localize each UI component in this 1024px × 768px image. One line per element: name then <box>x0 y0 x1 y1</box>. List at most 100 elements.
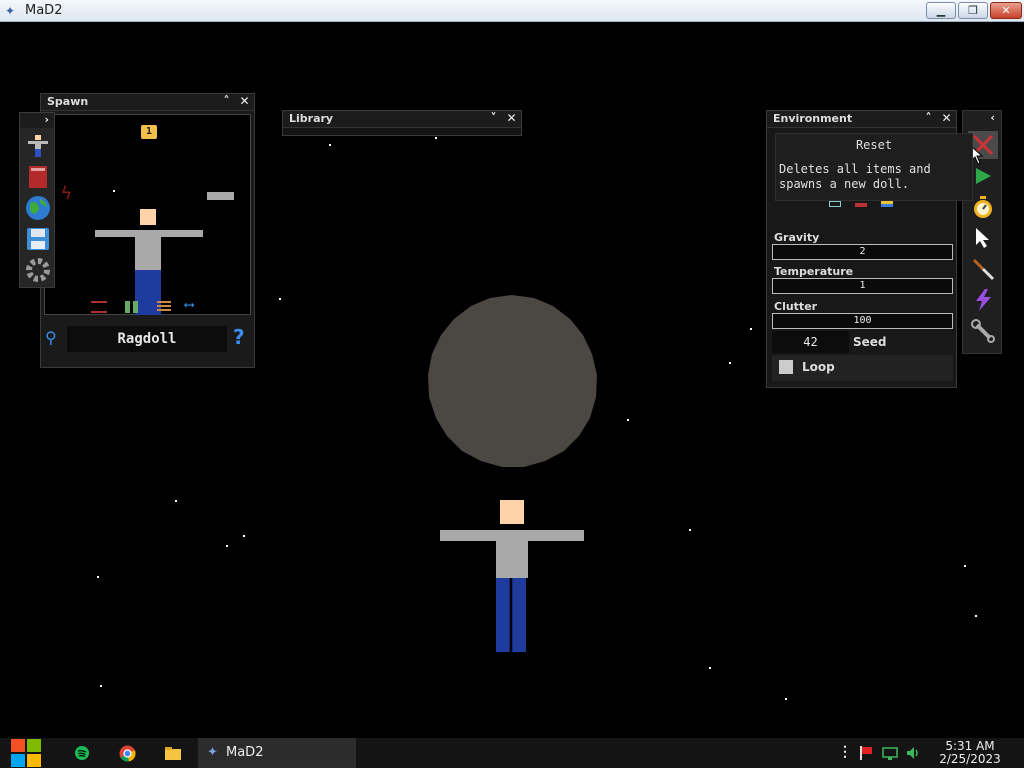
taskbar-app-label: MaD2 <box>226 745 264 760</box>
reset-tooltip: Reset Deletes all items and spawns a new… <box>775 133 973 201</box>
star <box>785 698 787 700</box>
temperature-label: Temperature <box>774 265 854 278</box>
help-icon[interactable]: ? <box>233 325 245 349</box>
star <box>709 667 711 669</box>
star <box>175 500 177 502</box>
taskbar-app-mad2[interactable]: ✦ MaD2 <box>198 738 356 768</box>
spawn-panel-header[interactable]: Spawn ˄ ✕ <box>41 94 254 111</box>
restore-button[interactable]: ❐ <box>958 2 988 19</box>
preset-icon[interactable] <box>881 201 893 207</box>
restore-icon: ❐ <box>968 4 978 17</box>
close-icon[interactable]: ✕ <box>939 111 954 126</box>
loop-label: Loop <box>802 360 835 374</box>
grid-icon[interactable] <box>125 301 139 313</box>
ragdoll-torso <box>496 530 528 578</box>
star <box>627 419 629 421</box>
environment-presets <box>827 201 899 209</box>
ragdoll-left-leg <box>496 578 510 652</box>
ragdoll-right-leg <box>512 578 526 652</box>
gear-icon[interactable] <box>25 257 51 283</box>
close-icon: ✕ <box>1001 4 1011 17</box>
clutter-slider[interactable]: 100 <box>772 313 953 329</box>
swap-icon[interactable]: ⟷ <box>185 298 207 312</box>
network-icon[interactable] <box>882 746 898 765</box>
environment-panel-title: Environment <box>773 112 853 125</box>
sliders-icon[interactable] <box>91 301 107 313</box>
app-icon: ✦ <box>5 3 16 18</box>
wrench-icon[interactable] <box>968 317 998 345</box>
chevron-up-icon[interactable]: ˄ <box>921 111 936 126</box>
minimize-icon: ▁ <box>936 4 946 17</box>
window-titlebar: ✦ MaD2 ▁ ❐ ✕ <box>0 0 1024 22</box>
chevron-up-icon[interactable]: ˄ <box>219 94 234 109</box>
close-icon[interactable]: ✕ <box>237 94 252 109</box>
star <box>100 685 102 687</box>
ragdoll-head <box>500 500 524 524</box>
windows-logo-icon <box>11 739 41 767</box>
loop-checkbox[interactable] <box>779 360 793 374</box>
star <box>729 362 731 364</box>
seed-label: Seed <box>853 335 887 349</box>
volume-icon[interactable] <box>905 745 921 765</box>
gravity-label: Gravity <box>774 231 820 244</box>
flag-icon[interactable] <box>858 745 874 765</box>
spawn-preview[interactable]: 1 ϟ ⟷ <box>44 114 251 315</box>
folder-icon[interactable] <box>163 744 183 762</box>
preview-blood: ϟ <box>61 183 72 204</box>
globe-icon[interactable] <box>25 195 51 221</box>
window-title: MaD2 <box>25 3 63 18</box>
preview-ragdoll-head <box>140 209 156 225</box>
spawn-sidebar: › <box>19 112 55 288</box>
star <box>226 545 228 547</box>
star <box>113 190 115 192</box>
list-icon[interactable] <box>157 301 171 313</box>
clutter-label: Clutter <box>774 300 818 313</box>
close-icon[interactable]: ✕ <box>504 111 519 126</box>
app-icon: ✦ <box>207 745 218 760</box>
ragdoll-icon[interactable] <box>25 133 51 159</box>
tooltip-body: Deletes all items and spawns a new doll. <box>779 162 931 191</box>
search-icon[interactable]: ⚲ <box>45 328 57 347</box>
knife-icon[interactable] <box>968 255 998 283</box>
chevron-left-icon[interactable]: ‹ <box>963 111 1001 128</box>
environment-panel-header[interactable]: Environment ˄ ✕ <box>767 111 956 128</box>
library-panel-header[interactable]: Library ˅ ✕ <box>283 111 521 128</box>
boulder[interactable] <box>424 293 600 469</box>
taskbar: ✦ MaD2 ⋮ 5:31 AM 2/25/2023 <box>0 738 1024 768</box>
preview-item[interactable] <box>207 192 234 200</box>
cursor-icon[interactable] <box>968 224 998 252</box>
star <box>329 144 331 146</box>
star <box>750 328 752 330</box>
book-icon[interactable] <box>25 164 51 190</box>
temperature-slider[interactable]: 1 <box>772 278 953 294</box>
lightning-icon[interactable] <box>968 286 998 314</box>
count-badge: 1 <box>141 125 157 139</box>
chevron-down-icon[interactable]: ˅ <box>486 111 501 126</box>
chrome-icon[interactable] <box>117 744 137 762</box>
seed-input[interactable]: 42 <box>772 331 849 353</box>
preset-icon[interactable] <box>855 203 867 207</box>
preview-ragdoll-torso <box>135 230 161 270</box>
ragdoll[interactable] <box>440 500 584 654</box>
star <box>689 529 691 531</box>
star <box>435 137 437 139</box>
library-panel: Library ˅ ✕ <box>282 110 522 136</box>
clock-date: 2/25/2023 <box>939 752 1001 766</box>
star <box>975 615 977 617</box>
spawn-panel-title: Spawn <box>47 95 89 108</box>
spawn-footer: ⚲ Ragdoll ? <box>41 322 254 356</box>
taskbar-clock[interactable]: 5:31 AM 2/25/2023 <box>933 740 1007 766</box>
start-button[interactable] <box>9 738 43 768</box>
gravity-slider[interactable]: 2 <box>772 244 953 260</box>
close-button[interactable]: ✕ <box>990 2 1022 19</box>
selected-item-name: Ragdoll <box>67 326 227 352</box>
spotify-icon[interactable] <box>72 744 92 762</box>
tooltip-title: Reset <box>855 138 893 152</box>
loop-toggle[interactable]: Loop <box>772 355 953 381</box>
preset-icon[interactable] <box>829 201 841 207</box>
minimize-button[interactable]: ▁ <box>926 2 956 19</box>
overflow-icon[interactable]: ⋮ <box>838 744 852 760</box>
star <box>279 298 281 300</box>
save-icon[interactable] <box>25 226 51 252</box>
chevron-right-icon[interactable]: › <box>20 113 54 128</box>
